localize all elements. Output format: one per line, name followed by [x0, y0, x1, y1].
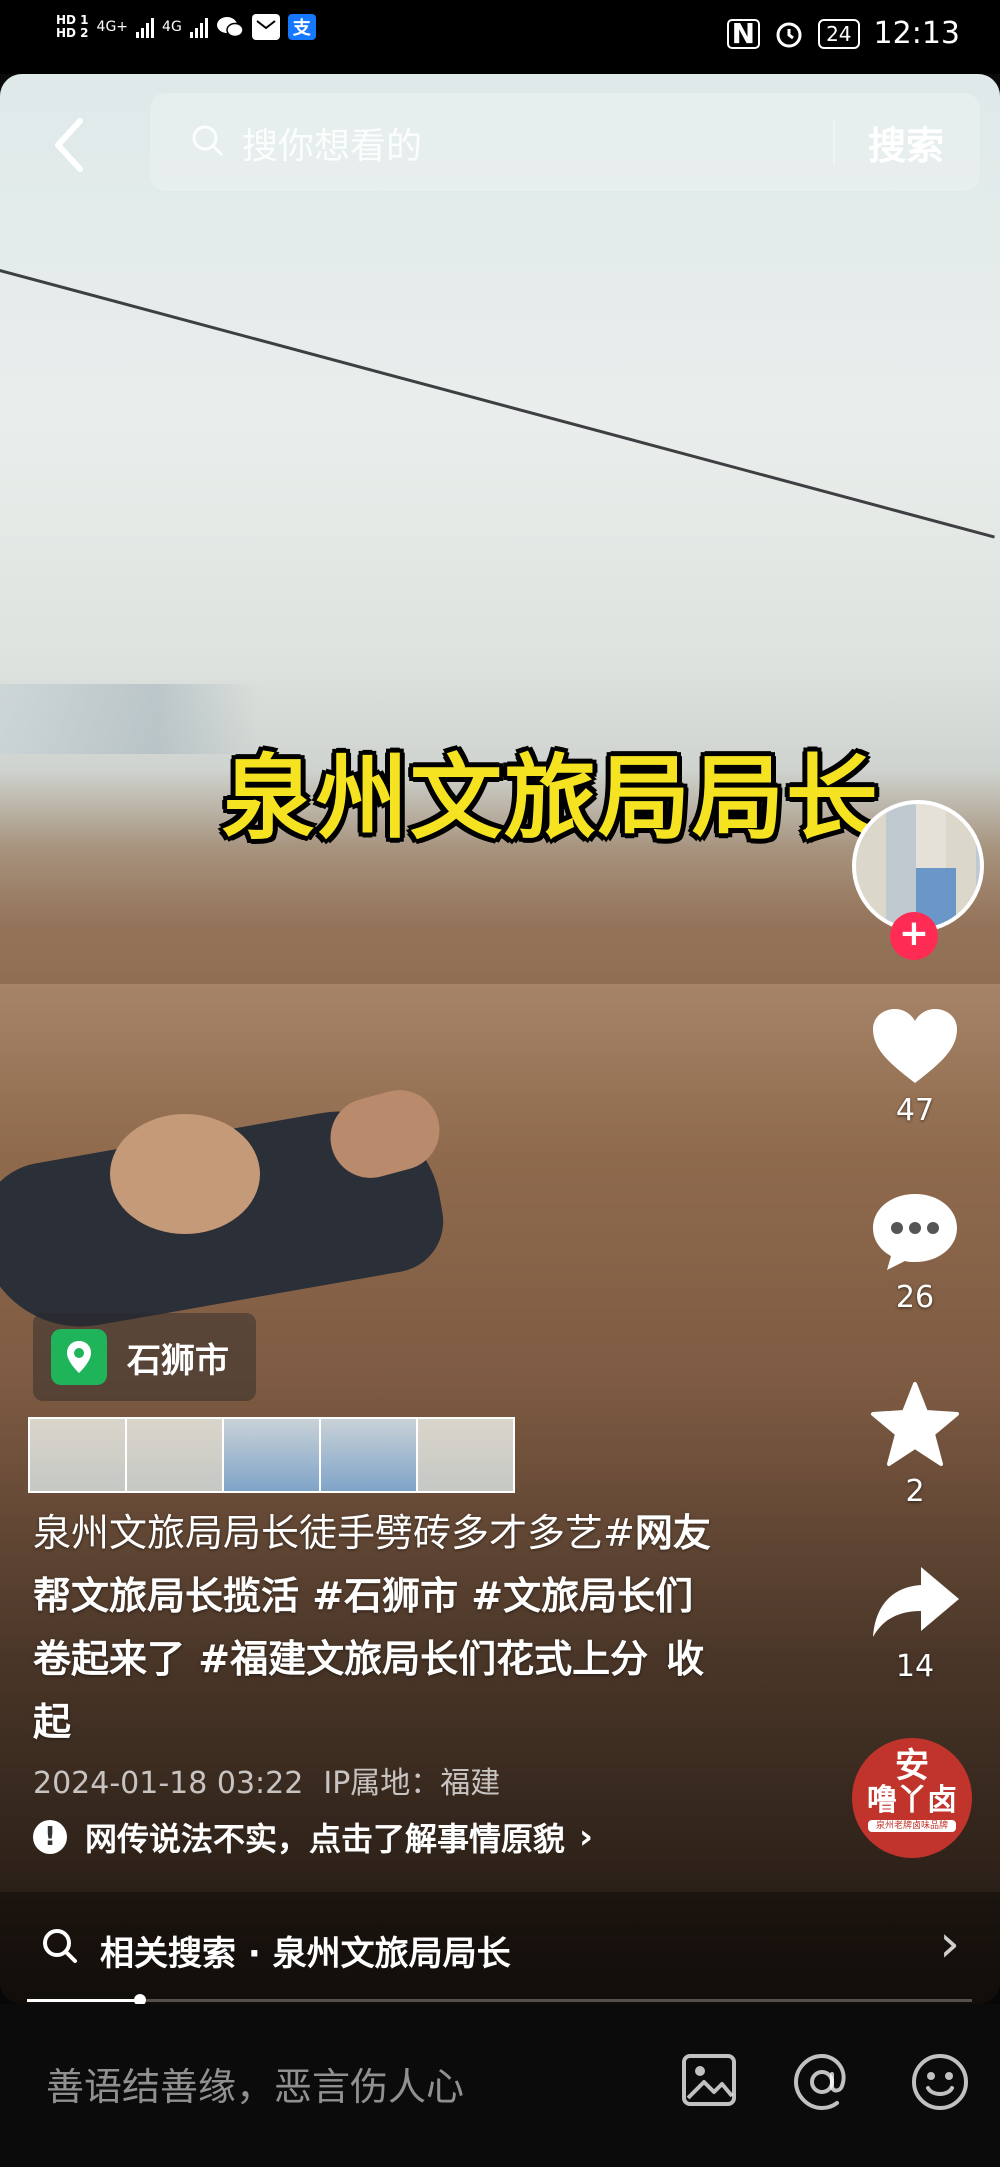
background-trees: [0, 684, 260, 754]
location-tag[interactable]: 石狮市: [33, 1313, 256, 1401]
video-overlay-caption: 泉州文旅局局长: [222, 745, 881, 852]
image-thumbnail-strip[interactable]: [28, 1417, 515, 1493]
search-button[interactable]: 搜索: [868, 115, 944, 170]
search-divider: [833, 119, 835, 165]
favorite-button[interactable]: 2: [860, 1380, 970, 1509]
post-meta: 2024-01-18 03:22 IP属地：福建: [33, 1758, 500, 1802]
nfc-icon: N: [726, 18, 761, 49]
alipay-icon: 支: [287, 14, 316, 40]
mention-icon[interactable]: [792, 2052, 852, 2112]
dirt-bank: [0, 844, 1000, 984]
image-icon[interactable]: [680, 2052, 738, 2108]
comment-bar: 善语结善缘，恶言伤人心: [0, 2004, 1000, 2167]
network-label-2: 4G: [162, 19, 182, 35]
share-button[interactable]: 14: [860, 1563, 970, 1684]
like-count: 47: [895, 1093, 935, 1128]
search-icon: [43, 1929, 77, 1963]
share-icon: [873, 1567, 959, 1637]
signal-icon: [136, 16, 155, 38]
post-date: 2024-01-18 03:22: [33, 1766, 304, 1801]
back-arrow-icon[interactable]: [50, 115, 90, 175]
brand-logo-mark: 安: [895, 1746, 929, 1786]
clock: 12:13: [873, 16, 960, 51]
notice-text: 网传说法不实，点击了解事情原貌: [85, 1820, 566, 1858]
brand-tagline: 泉州老牌卤味品牌: [868, 1820, 956, 1832]
video-description: 泉州文旅局局长徒手劈砖多才多艺#网友帮文旅局长揽活 #石狮市 #文旅局长们卷起来…: [33, 1502, 713, 1754]
alarm-icon: [776, 22, 802, 47]
exclamation-icon: !: [33, 1820, 67, 1854]
comment-button[interactable]: 26: [860, 1190, 970, 1315]
related-search-bar[interactable]: 相关搜索 · 泉州文旅局局长 ›: [0, 1892, 1000, 2004]
location-pin-icon: [51, 1329, 107, 1385]
comment-icon: [873, 1194, 957, 1270]
comment-input[interactable]: 善语结善缘，恶言伤人心: [46, 2056, 464, 2111]
message-icon: [251, 14, 280, 40]
power-line: [0, 269, 995, 539]
chevron-right-icon: ›: [939, 1914, 960, 1974]
progress-fill: [27, 1999, 141, 2002]
ip-location: IP属地：福建: [323, 1766, 501, 1801]
hd2-label: HD 2: [56, 26, 89, 40]
search-bar[interactable]: 搜你想看的 搜索: [150, 93, 980, 191]
heart-icon: [873, 1009, 957, 1083]
share-count: 14: [895, 1649, 935, 1684]
star-icon: [871, 1382, 959, 1466]
signal-icon-2: [189, 16, 208, 38]
favorite-count: 2: [905, 1474, 925, 1509]
description-text: 泉州文旅局局长徒手劈砖多才多艺#: [33, 1511, 635, 1555]
related-search-label: 相关搜索 · 泉州文旅局局长: [100, 1934, 511, 1974]
brand-badge[interactable]: 安 噜丫卤 泉州老牌卤味品牌: [852, 1738, 972, 1858]
battery-indicator: 24: [818, 18, 860, 49]
like-button[interactable]: 47: [860, 1005, 970, 1128]
chevron-right-icon: ›: [579, 1817, 594, 1857]
brand-name: 噜丫卤: [867, 1783, 957, 1818]
video-progress-bar[interactable]: [27, 1994, 972, 2006]
comment-count: 26: [895, 1280, 935, 1315]
location-name: 石狮市: [127, 1340, 229, 1381]
emoji-icon[interactable]: [910, 2052, 970, 2112]
follow-button[interactable]: +: [890, 912, 938, 960]
network-label: 4G+: [96, 19, 129, 35]
fact-check-notice[interactable]: ! 网传说法不实，点击了解事情原貌 ›: [33, 1814, 593, 1860]
search-icon: [192, 125, 223, 156]
wechat-icon: [216, 14, 244, 40]
status-bar: HD 1 HD 2 4G+ 4G 支 N 24 12:13: [0, 0, 1000, 74]
search-input[interactable]: 搜你想看的: [242, 117, 422, 169]
